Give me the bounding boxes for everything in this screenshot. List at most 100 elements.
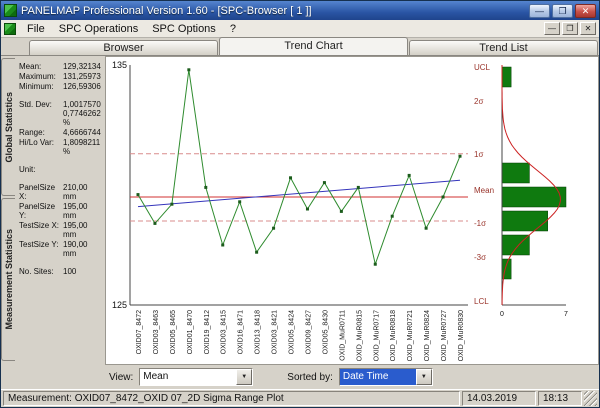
child-close-icon[interactable]: ✕	[580, 22, 596, 35]
resize-grip[interactable]	[584, 391, 597, 406]
x-tick-label: OXID09_8427	[305, 310, 312, 354]
side-tab-measurement-statistics[interactable]: Measurement Statistics	[1, 198, 15, 361]
data-point	[424, 226, 428, 230]
y-tick-label: 135	[112, 60, 127, 70]
stat-value: 195,00 mm	[63, 221, 88, 239]
data-point	[339, 209, 343, 213]
stat-spacer	[19, 92, 103, 100]
maximize-icon[interactable]: ❐	[552, 3, 573, 18]
stat-label: PanelSize X:	[19, 183, 56, 201]
histogram-bar	[501, 186, 567, 208]
stat-label: PanelSize Y:	[19, 202, 56, 220]
x-tick-label: OXID19_8412	[204, 310, 211, 354]
trend-chart-svg: 135 125 OXID07_8472 OXID03_8463 OXID05_8465 O…	[112, 60, 468, 361]
stat-value: 129,32134	[63, 62, 101, 71]
sigma-label: LCL	[474, 297, 489, 307]
stat-row: PanelSize X: 210,00 mm	[19, 183, 103, 201]
x-tick-label: OXID05_8424	[289, 310, 296, 354]
child-window-controls: — ❐ ✕	[544, 22, 596, 35]
sorted-by-dropdown-value[interactable]: Date Time	[339, 369, 416, 385]
x-tick-label: OXID07_8472	[136, 310, 143, 354]
menu-help[interactable]: ?	[223, 21, 243, 37]
x-tick-label: OXID_MuR0721	[407, 310, 414, 361]
side-tab-global-statistics[interactable]: Global Statistics	[1, 58, 15, 197]
histogram-bar	[501, 162, 530, 184]
x-tick-label: OXID_MuR0717	[373, 310, 380, 361]
stat-value: 190,00 mm	[63, 240, 88, 258]
data-point	[356, 185, 360, 189]
data-point	[221, 243, 225, 247]
status-time: 18:13	[538, 391, 582, 406]
main-area: Global Statistics Measurement Statistics…	[1, 56, 599, 389]
data-point	[373, 262, 377, 266]
chevron-down-icon[interactable]: ▼	[415, 369, 432, 385]
stat-row: Hi/Lo Var: 1,8098211 %	[19, 138, 103, 156]
hist-x-tick-label: 7	[564, 311, 568, 318]
stat-row: Unit:	[19, 165, 103, 174]
menu-spc-operations[interactable]: SPC Operations	[52, 21, 145, 37]
sorted-by-label: Sorted by:	[287, 371, 333, 383]
status-bar: Measurement: OXID07_8472_OXID 07_2D Sigm…	[1, 389, 599, 407]
view-dropdown-value[interactable]: Mean	[140, 369, 237, 385]
sigma-axis: UCL 2σ 1σ Mean -1σ -3σ LCL	[472, 57, 498, 362]
child-restore-icon[interactable]: ❐	[562, 22, 578, 35]
x-tick-label: OXID01_8470	[187, 310, 194, 354]
menu-bar: File SPC Operations SPC Options ? — ❐ ✕	[1, 20, 599, 38]
tab-trend-chart[interactable]: Trend Chart	[219, 37, 408, 55]
stat-value: 1,0017570 0,7746262 %	[63, 100, 101, 127]
menu-file[interactable]: File	[20, 21, 52, 37]
child-minimize-icon[interactable]: —	[544, 22, 560, 35]
child-window-icon[interactable]	[4, 22, 16, 35]
tab-browser[interactable]: Browser	[29, 40, 218, 55]
controls-bar: View: Mean ▼ Sorted by: Date Time ▼	[1, 365, 599, 389]
tab-trend-list[interactable]: Trend List	[409, 40, 598, 55]
stat-label: TestSize X:	[19, 221, 60, 230]
sigma-label: -3σ	[474, 253, 487, 262]
chevron-down-icon[interactable]: ▼	[236, 369, 253, 385]
app-icon[interactable]	[4, 4, 17, 17]
histogram-svg: 07	[500, 65, 568, 318]
sorted-by-dropdown[interactable]: Date Time ▼	[338, 368, 433, 386]
x-tick-label: OXID_MuR0818	[390, 310, 397, 361]
data-point	[204, 185, 208, 189]
window-title: PANELMAP Professional Version 1.60 - [SP…	[21, 4, 312, 17]
series-line	[137, 69, 461, 267]
stat-label: No. Sites:	[19, 267, 54, 276]
stat-value: 4,6666744	[63, 128, 101, 137]
side-tab-label: Measurement Statistics	[3, 229, 14, 330]
stat-label: Mean:	[19, 62, 42, 71]
stat-row: Maximum: 131,25973	[19, 72, 103, 81]
minimize-icon[interactable]: —	[529, 3, 550, 18]
stat-label: Range:	[19, 128, 45, 137]
y-tick-label: 125	[112, 300, 127, 310]
data-point	[136, 193, 140, 197]
menu-spc-options[interactable]: SPC Options	[145, 21, 223, 37]
side-tab-strip: Global Statistics Measurement Statistics	[1, 56, 15, 365]
sigma-label: -1σ	[474, 219, 487, 229]
stat-spacer	[19, 175, 103, 183]
x-tick-label: OXID05_8465	[170, 310, 177, 354]
status-date: 14.03.2019	[462, 391, 536, 406]
data-point	[153, 221, 157, 225]
x-tick-label: OXID05_8430	[322, 310, 329, 354]
data-point	[289, 176, 293, 180]
stat-label: Unit:	[19, 165, 36, 174]
close-icon[interactable]: ✕	[575, 3, 596, 18]
stat-row: Std. Dev: 1,0017570 0,7746262 %	[19, 100, 103, 127]
data-point	[255, 250, 259, 254]
view-label: View:	[109, 371, 134, 383]
stat-value: 210,00 mm	[63, 183, 88, 201]
app-window: PANELMAP Professional Version 1.60 - [SP…	[0, 0, 600, 408]
content-row: Global Statistics Measurement Statistics…	[1, 56, 599, 365]
stat-label: Maximum:	[19, 72, 56, 81]
data-point	[390, 214, 394, 218]
data-point	[272, 226, 276, 230]
histogram-bar	[501, 210, 548, 232]
sigma-label: 1σ	[474, 149, 484, 159]
stat-value: 126,59306	[63, 82, 101, 91]
data-point	[441, 195, 445, 199]
view-dropdown[interactable]: Mean ▼	[139, 368, 254, 386]
stat-value	[63, 165, 103, 174]
stat-spacer	[19, 259, 103, 267]
stat-spacer	[19, 157, 103, 165]
